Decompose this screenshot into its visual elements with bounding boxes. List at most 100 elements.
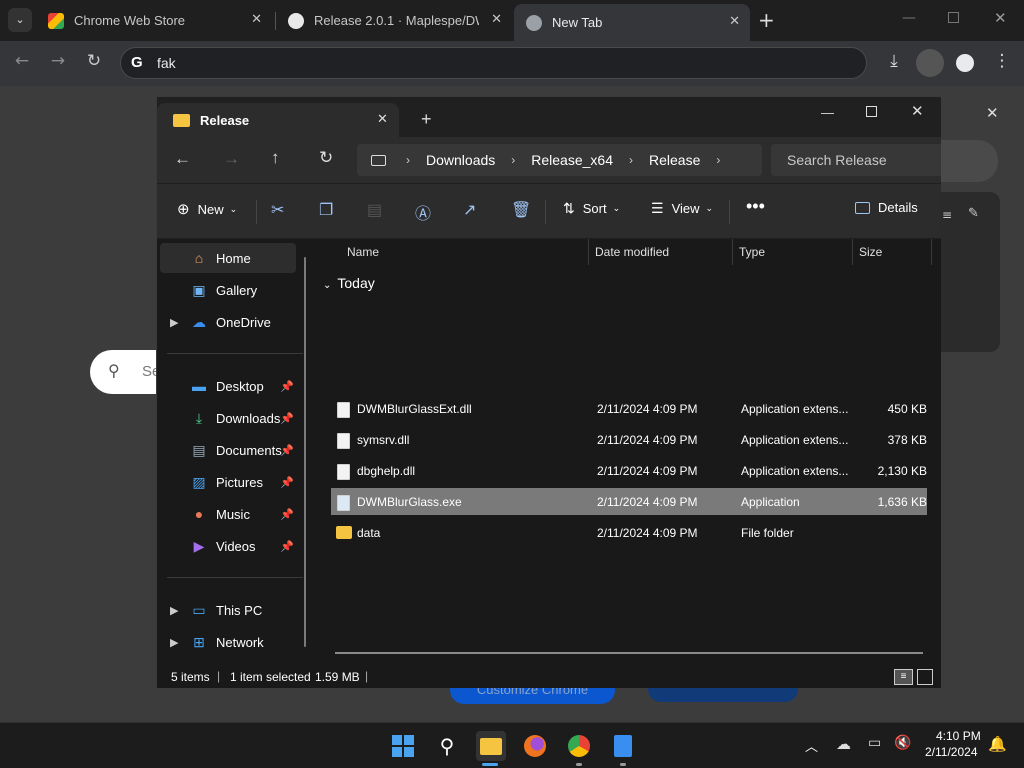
breadcrumb-downloads[interactable]: Downloads — [426, 152, 495, 168]
chevron-up-icon[interactable]: ︿ — [805, 736, 818, 755]
close-tab-icon[interactable]: ✕ — [251, 12, 262, 27]
details-button[interactable]: Details — [855, 200, 918, 215]
column-header-date[interactable]: Date modified — [595, 245, 669, 259]
download-icon[interactable]: ⤓ — [882, 51, 906, 71]
address-bar[interactable]: › Downloads › Release_x64 › Release › — [357, 144, 762, 176]
new-tab-button[interactable]: + — [758, 8, 775, 32]
edit-icon[interactable]: ✎ — [968, 206, 979, 221]
nav-scrollbar[interactable] — [304, 257, 306, 647]
copy-icon[interactable]: ❐ — [319, 200, 339, 220]
pin-icon: 📌 — [280, 412, 294, 425]
details-view-icon[interactable]: ≡ — [894, 669, 913, 685]
tiles-view-icon[interactable] — [917, 669, 933, 685]
network-icon: ⊞ — [193, 633, 205, 650]
sort-button[interactable]: ⇅ Sort ⌄ — [563, 200, 620, 217]
chevron-right-icon: › — [406, 153, 410, 167]
profile-icon[interactable] — [956, 54, 974, 72]
view-button[interactable]: ☰ View ⌄ — [651, 200, 713, 217]
back-icon[interactable]: ← — [174, 149, 191, 169]
nav-item-downloads[interactable]: ⤓ Downloads 📌 — [160, 403, 296, 433]
up-icon[interactable]: ↑ — [271, 148, 280, 168]
new-button[interactable]: ⊕ New ⌄ — [177, 200, 237, 218]
column-divider[interactable] — [931, 239, 932, 265]
close-window-icon[interactable]: ✕ — [994, 9, 1007, 27]
notepad-icon[interactable] — [608, 731, 638, 761]
more-options-icon[interactable]: ••• — [746, 196, 765, 217]
maximize-icon[interactable] — [866, 106, 877, 117]
folder-icon — [173, 113, 190, 127]
side-panel-icon[interactable] — [916, 49, 944, 77]
refresh-icon[interactable]: ↻ — [319, 148, 333, 168]
search-input[interactable]: Search Release — [771, 144, 941, 176]
clock-time[interactable]: 4:10 PM — [936, 729, 981, 743]
chrome-icon[interactable] — [564, 731, 594, 761]
nav-item-pictures[interactable]: ▨ Pictures 📌 — [160, 467, 296, 497]
tab-github-release[interactable]: Release 2.0.1 · Maplespe/DWMBlurGlass ✕ — [276, 4, 512, 37]
nav-item-this-pc[interactable]: ▶ ▭ This PC — [160, 595, 296, 625]
nav-item-gallery[interactable]: ▣ Gallery — [160, 275, 296, 305]
close-panel-icon[interactable]: ✕ — [986, 104, 999, 122]
delete-icon[interactable]: 🗑 — [511, 200, 531, 220]
close-tab-icon[interactable]: ✕ — [729, 14, 740, 29]
cut-icon[interactable]: ✂ — [271, 200, 291, 220]
list-icon[interactable]: ≡ — [942, 208, 952, 222]
table-row[interactable]: dbghelp.dll 2/11/2024 4:09 PM Applicatio… — [331, 457, 927, 484]
column-divider[interactable] — [732, 239, 733, 265]
tab-chrome-web-store[interactable]: Chrome Web Store ✕ — [36, 4, 272, 37]
nav-item-music[interactable]: ● Music 📌 — [160, 499, 296, 529]
close-window-icon[interactable]: ✕ — [911, 102, 924, 120]
firefox-icon[interactable] — [520, 731, 550, 761]
search-icon[interactable]: ⚲ — [432, 731, 462, 761]
paste-icon[interactable]: ▤ — [367, 200, 387, 220]
chevron-right-icon[interactable]: ▶ — [170, 636, 178, 649]
nav-item-home[interactable]: ⌂ Home — [160, 243, 296, 273]
start-icon[interactable] — [388, 731, 418, 761]
omnibox[interactable]: G fak — [120, 47, 867, 79]
clock-date[interactable]: 2/11/2024 — [925, 745, 978, 759]
minimize-icon[interactable]: — — [902, 10, 916, 26]
file-explorer-icon[interactable] — [476, 731, 506, 761]
nav-item-desktop[interactable]: ▬ Desktop 📌 — [160, 371, 296, 401]
breadcrumb-release-x64[interactable]: Release_x64 — [531, 152, 613, 168]
minimize-icon[interactable]: — — [821, 105, 834, 120]
chevron-right-icon[interactable]: ▶ — [170, 316, 178, 329]
column-divider[interactable] — [588, 239, 589, 265]
onedrive-offline-icon[interactable]: ☁ — [836, 735, 851, 753]
share-icon[interactable]: ↗ — [463, 200, 483, 220]
column-divider[interactable] — [852, 239, 853, 265]
restore-icon[interactable] — [948, 12, 959, 23]
nav-item-onedrive[interactable]: ▶ ☁ OneDrive — [160, 307, 296, 337]
group-header-today[interactable]: ⌄ Today — [323, 275, 375, 291]
reload-icon[interactable]: ↻ — [82, 51, 106, 71]
notification-bell-icon[interactable]: 🔔 — [988, 735, 1007, 753]
nav-item-documents[interactable]: ▤ Documents 📌 — [160, 435, 296, 465]
nav-item-network[interactable]: ▶ ⊞ Network — [160, 627, 296, 657]
explorer-tab[interactable]: Release ✕ — [157, 103, 399, 137]
forward-icon[interactable]: → — [223, 149, 240, 169]
column-header-name[interactable]: Name — [347, 245, 379, 259]
close-tab-icon[interactable]: ✕ — [377, 111, 388, 127]
table-row[interactable]: DWMBlurGlassExt.dll 2/11/2024 4:09 PM Ap… — [331, 395, 927, 422]
nav-item-videos[interactable]: ▶ Videos 📌 — [160, 531, 296, 561]
table-row-selected[interactable]: DWMBlurGlass.exe 2/11/2024 4:09 PM Appli… — [331, 488, 927, 515]
column-header-size[interactable]: Size — [859, 245, 882, 259]
table-row[interactable]: symsrv.dll 2/11/2024 4:09 PM Application… — [331, 426, 927, 453]
tab-new-tab[interactable]: New Tab ✕ — [514, 4, 750, 41]
volume-mute-icon[interactable]: 🔇 — [894, 735, 911, 751]
horizontal-scrollbar[interactable] — [335, 652, 923, 654]
forward-icon[interactable]: → — [46, 51, 70, 71]
tab-label: Release 2.0.1 · Maplespe/DWMBlurGlass — [314, 13, 479, 28]
chevron-right-icon[interactable]: ▶ — [170, 604, 178, 617]
tab-search-button[interactable]: ⌄ — [8, 8, 32, 32]
breadcrumb-release[interactable]: Release — [649, 152, 700, 168]
menu-icon[interactable]: ⋮ — [990, 51, 1014, 71]
table-row[interactable]: data 2/11/2024 4:09 PM File folder — [331, 519, 927, 546]
rename-icon[interactable]: Ⓐ — [415, 200, 435, 224]
close-tab-icon[interactable]: ✕ — [491, 12, 502, 27]
sort-icon: ⇅ — [563, 200, 575, 216]
file-type: Application extens... — [741, 402, 849, 416]
new-tab-button[interactable]: + — [421, 109, 432, 130]
back-icon[interactable]: ← — [10, 51, 34, 71]
network-icon[interactable]: ▭ — [868, 735, 881, 751]
column-header-type[interactable]: Type — [739, 245, 765, 259]
